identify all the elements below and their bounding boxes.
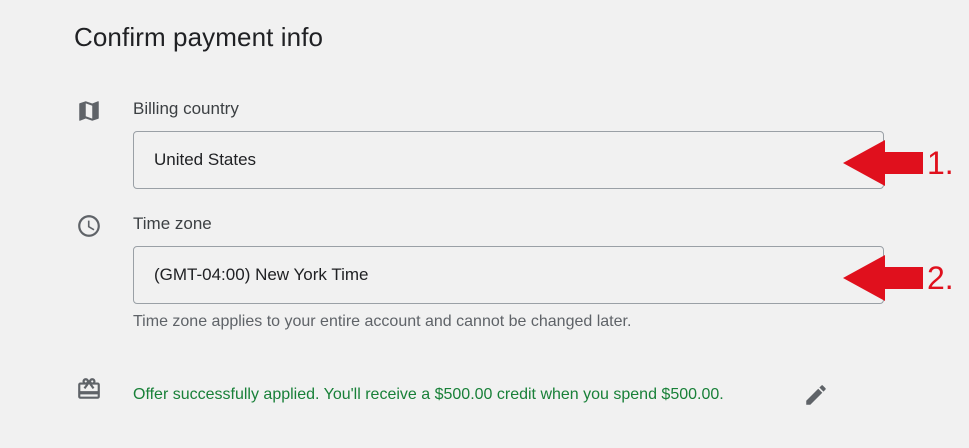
billing-country-value: United States	[154, 150, 257, 169]
time-zone-helper-text: Time zone applies to your entire account…	[133, 313, 632, 330]
left-arrow-icon	[843, 140, 923, 186]
annotation-label-2: 2.	[927, 259, 954, 296]
page-title: Confirm payment info	[74, 22, 324, 52]
pencil-icon[interactable]	[801, 380, 831, 410]
time-zone-value: (GMT-04:00) New York Time	[154, 265, 369, 284]
annotation-arrow-2: 2.	[843, 255, 954, 301]
annotation-label-1: 1.	[927, 144, 954, 181]
offer-success-message: Offer successfully applied. You'll recei…	[133, 386, 724, 403]
left-arrow-icon	[843, 255, 923, 301]
billing-country-select[interactable]: United States	[133, 131, 884, 189]
map-icon	[75, 97, 103, 125]
time-zone-select[interactable]: (GMT-04:00) New York Time	[133, 246, 884, 304]
time-zone-label: Time zone	[133, 214, 212, 233]
clock-icon	[75, 212, 103, 240]
gift-card-icon	[75, 375, 103, 403]
billing-country-label: Billing country	[133, 99, 239, 118]
annotation-arrow-1: 1.	[843, 140, 954, 186]
